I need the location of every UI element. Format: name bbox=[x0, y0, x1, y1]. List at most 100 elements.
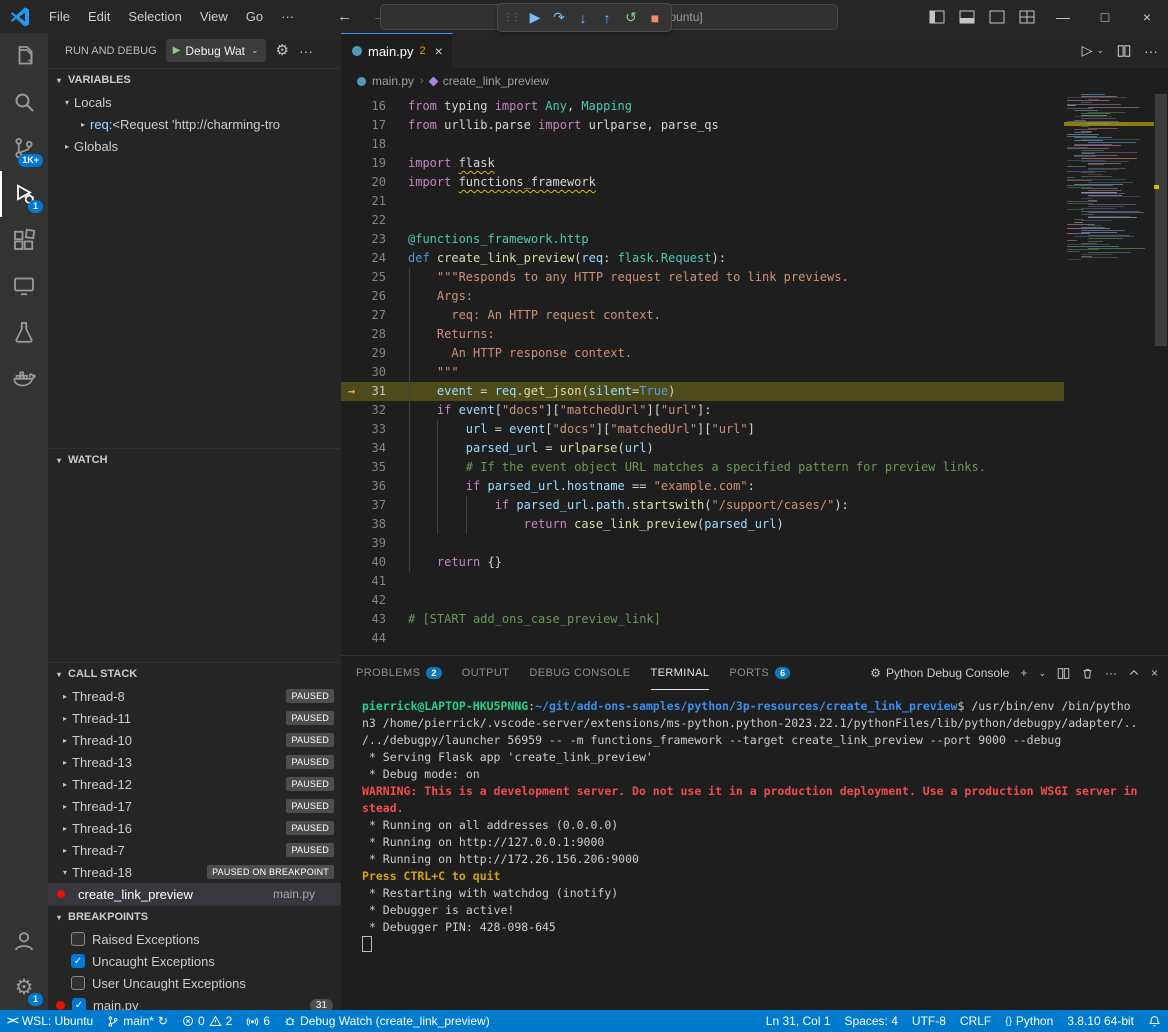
code-line-28[interactable]: 28 Returns: bbox=[341, 325, 1064, 344]
menu-edit[interactable]: Edit bbox=[79, 0, 119, 33]
stop-button[interactable]: ■ bbox=[644, 7, 666, 29]
encoding[interactable]: UTF-8 bbox=[905, 1010, 953, 1032]
call-stack-thread[interactable]: ▸Thread-13PAUSED bbox=[48, 751, 341, 773]
code-line-22[interactable]: 22 bbox=[341, 211, 1064, 230]
call-stack-thread[interactable]: ▸Thread-10PAUSED bbox=[48, 729, 341, 751]
breakpoint-item[interactable]: ✓Uncaught Exceptions bbox=[48, 950, 341, 972]
activity-remote-explorer[interactable] bbox=[0, 263, 48, 309]
line-number[interactable]: 35 bbox=[341, 458, 386, 477]
activity-run-debug[interactable]: 1 bbox=[0, 171, 48, 217]
line-number[interactable]: 38 bbox=[341, 515, 386, 534]
panel-tab-debugconsole[interactable]: DEBUG CONSOLE bbox=[529, 656, 630, 690]
line-number[interactable]: 16 bbox=[341, 97, 386, 116]
cursor-position[interactable]: Ln 31, Col 1 bbox=[759, 1010, 838, 1032]
step-into-button[interactable]: ↓ bbox=[572, 7, 594, 29]
line-number[interactable]: 19 bbox=[341, 154, 386, 173]
activity-source-control[interactable]: 1K+ bbox=[0, 125, 48, 171]
call-stack-thread[interactable]: ▸Thread-11PAUSED bbox=[48, 707, 341, 729]
code-line-42[interactable]: 42 bbox=[341, 591, 1064, 610]
line-number[interactable]: 20 bbox=[341, 173, 386, 192]
start-debug-icon[interactable]: ▶ bbox=[173, 45, 181, 56]
line-number[interactable]: 28 bbox=[341, 325, 386, 344]
activity-search[interactable] bbox=[0, 79, 48, 125]
menu-file[interactable]: File bbox=[40, 0, 79, 33]
variables-req[interactable]: ▸ req: <Request 'http://charming-tro bbox=[48, 113, 341, 135]
problems-item[interactable]: 0 2 bbox=[175, 1010, 239, 1032]
line-number[interactable]: 27 bbox=[341, 306, 386, 325]
scrollbar-thumb[interactable] bbox=[1155, 94, 1167, 346]
close-panel-icon[interactable]: × bbox=[1151, 666, 1158, 680]
breakpoint-item[interactable]: User Uncaught Exceptions bbox=[48, 972, 341, 994]
remote-indicator[interactable]: >< WSL: Ubuntu bbox=[0, 1010, 100, 1032]
code-line-44[interactable]: 44 bbox=[341, 629, 1064, 648]
close-icon[interactable]: × bbox=[435, 43, 443, 59]
code-line-20[interactable]: 20import functions_framework bbox=[341, 173, 1064, 192]
call-stack-thread[interactable]: ▸Thread-17PAUSED bbox=[48, 795, 341, 817]
line-number[interactable]: 43 bbox=[341, 610, 386, 629]
debug-session-item[interactable]: Debug Watch (create_link_preview) bbox=[277, 1010, 497, 1032]
activity-testing[interactable] bbox=[0, 309, 48, 355]
ports-item[interactable]: 6 bbox=[239, 1010, 277, 1032]
activity-docker[interactable] bbox=[0, 355, 48, 401]
step-out-button[interactable]: ↑ bbox=[596, 7, 618, 29]
line-number[interactable]: 21 bbox=[341, 192, 386, 211]
code-line-24[interactable]: 24def create_link_preview(req: flask.Req… bbox=[341, 249, 1064, 268]
git-branch-item[interactable]: main* ↻ bbox=[100, 1010, 175, 1032]
code-line-32[interactable]: 32 if event["docs"]["matchedUrl"]["url"]… bbox=[341, 401, 1064, 420]
continue-button[interactable]: ▶ bbox=[524, 7, 546, 29]
code-line-19[interactable]: 19import flask bbox=[341, 154, 1064, 173]
toggle-sidebar-icon[interactable] bbox=[922, 0, 952, 33]
run-python-file-button[interactable]: ▷ bbox=[1082, 42, 1093, 59]
activity-accounts[interactable] bbox=[0, 918, 48, 964]
line-number[interactable]: 36 bbox=[341, 477, 386, 496]
breakpoint-checkbox[interactable]: ✓ bbox=[72, 998, 86, 1010]
breadcrumb-symbol[interactable]: create_link_preview bbox=[443, 74, 549, 88]
code-line-30[interactable]: 30 """ bbox=[341, 363, 1064, 382]
line-number[interactable]: 34 bbox=[341, 439, 386, 458]
menu-view[interactable]: View bbox=[191, 0, 237, 33]
code-line-26[interactable]: 26 Args: bbox=[341, 287, 1064, 306]
new-terminal-icon[interactable]: + bbox=[1020, 666, 1027, 680]
breadcrumb-file[interactable]: main.py bbox=[372, 74, 414, 88]
breakpoint-checkbox[interactable] bbox=[71, 976, 85, 990]
editor-more-icon[interactable]: ··· bbox=[1144, 43, 1158, 59]
close-window-button[interactable]: × bbox=[1126, 0, 1168, 33]
code-line-33[interactable]: 33 url = event["docs"]["matchedUrl"]["ur… bbox=[341, 420, 1064, 439]
watch-section-header[interactable]: ▾ WATCH bbox=[48, 448, 341, 471]
code-line-27[interactable]: 27 req: An HTTP request context. bbox=[341, 306, 1064, 325]
code-line-23[interactable]: 23@functions_framework.http bbox=[341, 230, 1064, 249]
line-number[interactable]: 23 bbox=[341, 230, 386, 249]
line-number[interactable]: 37 bbox=[341, 496, 386, 515]
line-number[interactable]: 32 bbox=[341, 401, 386, 420]
breakpoint-item[interactable]: ✓main.py31 bbox=[48, 994, 341, 1010]
code-line-17[interactable]: 17from urllib.parse import urlparse, par… bbox=[341, 116, 1064, 135]
chevron-down-icon[interactable]: ⌄ bbox=[1096, 45, 1104, 56]
launch-settings-icon[interactable]: ⚙ bbox=[276, 40, 289, 61]
panel-tab-output[interactable]: OUTPUT bbox=[462, 656, 510, 690]
call-stack-thread[interactable]: ▸Thread-7PAUSED bbox=[48, 839, 341, 861]
code-line-31[interactable]: →31 event = req.get_json(silent=True) bbox=[341, 382, 1064, 401]
line-number[interactable]: 33 bbox=[341, 420, 386, 439]
line-number[interactable]: 26 bbox=[341, 287, 386, 306]
code-line-39[interactable]: 39 bbox=[341, 534, 1064, 553]
sidebar-more-icon[interactable]: ··· bbox=[299, 43, 313, 59]
indentation[interactable]: Spaces: 4 bbox=[838, 1010, 905, 1032]
line-number[interactable]: 30 bbox=[341, 363, 386, 382]
call-stack-thread[interactable]: ▾Thread-18PAUSED ON BREAKPOINT bbox=[48, 861, 341, 883]
toggle-panel-icon[interactable] bbox=[952, 0, 982, 33]
call-stack-frame[interactable]: create_link_previewmain.py bbox=[48, 883, 341, 905]
activity-extensions[interactable] bbox=[0, 217, 48, 263]
breakpoint-checkbox[interactable]: ✓ bbox=[71, 954, 85, 968]
line-number[interactable]: 42 bbox=[341, 591, 386, 610]
panel-more-icon[interactable]: ··· bbox=[1105, 666, 1117, 680]
maximize-panel-icon[interactable] bbox=[1128, 667, 1140, 679]
terminal-output[interactable]: pierrick@LAPTOP-HKU5PNNG:~/git/add-ons-s… bbox=[341, 690, 1168, 1010]
kill-terminal-icon[interactable] bbox=[1081, 667, 1094, 680]
customize-layout-icon[interactable] bbox=[1012, 0, 1042, 33]
menu-go[interactable]: Go bbox=[237, 0, 272, 33]
step-over-button[interactable]: ↷ bbox=[548, 7, 570, 29]
code-editor[interactable]: 16from typing import Any, Mapping17from … bbox=[341, 94, 1168, 658]
code-line-37[interactable]: 37 if parsed_url.path.startswith("/suppo… bbox=[341, 496, 1064, 515]
debug-config-dropdown[interactable]: ▶ Debug Wat ⌄ bbox=[166, 39, 266, 62]
split-editor-icon[interactable] bbox=[1117, 44, 1131, 58]
